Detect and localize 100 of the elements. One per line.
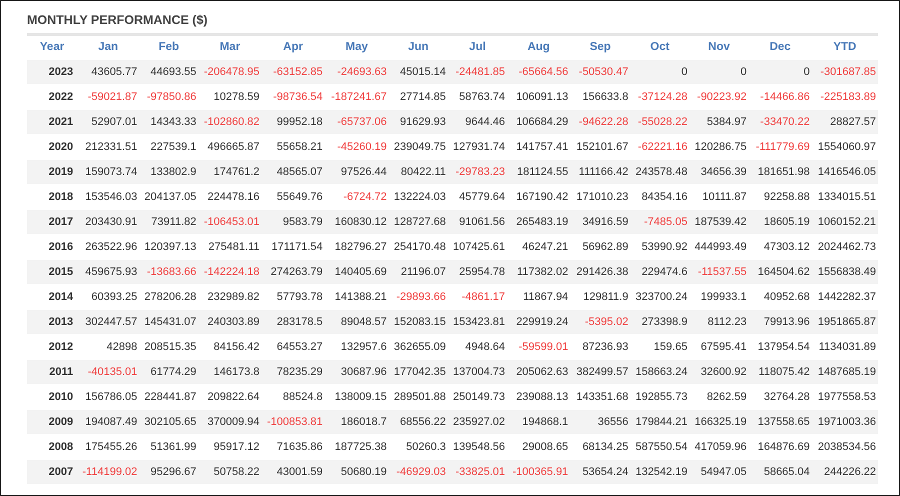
year-cell: 2023 bbox=[27, 59, 78, 84]
table-cell: -45260.19 bbox=[324, 134, 389, 159]
table-cell: 42898 bbox=[77, 334, 140, 359]
table-cell: -13683.66 bbox=[139, 259, 198, 284]
table-cell: 120397.13 bbox=[139, 234, 198, 259]
year-cell: 2012 bbox=[27, 334, 78, 359]
table-cell: -55028.22 bbox=[630, 109, 690, 134]
table-cell: 132542.19 bbox=[630, 459, 690, 484]
table-cell: 68556.22 bbox=[388, 409, 448, 434]
table-cell: 145431.07 bbox=[139, 309, 198, 334]
table-cell: 146173.8 bbox=[198, 359, 262, 384]
year-cell: 2008 bbox=[27, 434, 78, 459]
table-cell: 1556838.49 bbox=[812, 259, 878, 284]
table-cell: -59021.87 bbox=[77, 84, 140, 109]
table-cell: -111779.69 bbox=[748, 134, 812, 159]
table-cell: 30687.96 bbox=[324, 359, 389, 384]
table-cell: 459675.93 bbox=[77, 259, 140, 284]
table-cell: 67595.41 bbox=[689, 334, 749, 359]
table-cell: 4948.64 bbox=[448, 334, 508, 359]
table-cell: 71635.86 bbox=[262, 434, 325, 459]
column-header: Dec bbox=[768, 40, 792, 56]
table-cell: 224478.16 bbox=[198, 184, 262, 209]
table-cell: 2024462.73 bbox=[812, 234, 878, 259]
table-cell: 181651.98 bbox=[748, 159, 812, 184]
table-cell: 55649.76 bbox=[262, 184, 325, 209]
table-cell: -33825.01 bbox=[448, 459, 508, 484]
table-cell: 2038534.56 bbox=[812, 434, 878, 459]
table-cell: 291426.38 bbox=[570, 259, 630, 284]
table-cell: 153546.03 bbox=[77, 184, 140, 209]
column-header: Nov bbox=[707, 40, 731, 56]
year-cell: 2015 bbox=[27, 259, 78, 284]
table-cell: 283178.5 bbox=[262, 309, 325, 334]
table-cell: -37124.28 bbox=[630, 84, 690, 109]
table-cell: 128727.68 bbox=[388, 209, 448, 234]
table-cell: -7485.05 bbox=[630, 209, 690, 234]
table-cell: -187241.67 bbox=[324, 84, 389, 109]
table-cell: 204137.05 bbox=[139, 184, 198, 209]
table-cell: 106091.13 bbox=[507, 84, 570, 109]
table-cell: -100853.81 bbox=[262, 409, 325, 434]
table-cell: 192855.73 bbox=[630, 384, 690, 409]
table-cell: 1951865.87 bbox=[812, 309, 878, 334]
table-cell: 302447.57 bbox=[77, 309, 140, 334]
table-cell: 1442282.37 bbox=[812, 284, 878, 309]
table-cell: 181124.55 bbox=[507, 159, 570, 184]
table-cell: 232989.82 bbox=[198, 284, 262, 309]
table-cell: 229474.6 bbox=[630, 259, 690, 284]
column-header: Feb bbox=[158, 40, 180, 56]
column-header: Oct bbox=[649, 40, 670, 56]
table-cell: 32764.28 bbox=[748, 384, 812, 409]
table-cell: 95917.12 bbox=[198, 434, 262, 459]
table-cell: 175455.26 bbox=[77, 434, 140, 459]
table-cell: 1416546.05 bbox=[812, 159, 878, 184]
table-cell: 64553.27 bbox=[262, 334, 325, 359]
table-cell: -62221.16 bbox=[630, 134, 690, 159]
table-cell: 152083.15 bbox=[388, 309, 448, 334]
table-cell: 78235.29 bbox=[262, 359, 325, 384]
table-cell: -4861.17 bbox=[448, 284, 508, 309]
table-cell: 0 bbox=[630, 59, 690, 84]
table-cell: 153423.81 bbox=[448, 309, 508, 334]
table-cell: 68134.25 bbox=[570, 434, 630, 459]
table-cell: 199933.1 bbox=[689, 284, 749, 309]
table-cell: 10111.87 bbox=[689, 184, 749, 209]
table-cell: 92258.88 bbox=[748, 184, 812, 209]
table-cell: 228441.87 bbox=[139, 384, 198, 409]
table-cell: -33470.22 bbox=[748, 109, 812, 134]
table-cell: 44693.55 bbox=[139, 59, 198, 84]
table-cell: -114199.02 bbox=[77, 459, 140, 484]
table-cell: 243578.48 bbox=[630, 159, 690, 184]
table-cell: 117382.02 bbox=[507, 259, 570, 284]
table-cell: 45015.14 bbox=[388, 59, 448, 84]
table-cell: -11537.55 bbox=[689, 259, 749, 284]
table-cell: -142224.18 bbox=[198, 259, 262, 284]
table-cell: -206478.95 bbox=[198, 59, 262, 84]
table-cell: 240303.89 bbox=[198, 309, 262, 334]
table-cell: 239088.13 bbox=[507, 384, 570, 409]
table-cell: 137558.65 bbox=[748, 409, 812, 434]
year-cell: 2010 bbox=[27, 384, 78, 409]
table-cell: -65737.06 bbox=[324, 109, 389, 134]
table-cell: 60393.25 bbox=[77, 284, 140, 309]
table-cell: 1971003.36 bbox=[812, 409, 878, 434]
table-cell: 132224.03 bbox=[388, 184, 448, 209]
table-cell: 28827.57 bbox=[812, 109, 878, 134]
year-cell: 2014 bbox=[27, 284, 78, 309]
table-cell: 417059.96 bbox=[689, 434, 749, 459]
table-cell: 362655.09 bbox=[388, 334, 448, 359]
table-cell: 57793.78 bbox=[262, 284, 325, 309]
table-cell: 118075.42 bbox=[748, 359, 812, 384]
year-cell: 2020 bbox=[27, 134, 78, 159]
table-cell: -106453.01 bbox=[198, 209, 262, 234]
table-cell: 91061.56 bbox=[448, 209, 508, 234]
table-cell: 34916.59 bbox=[570, 209, 630, 234]
table-cell: 91629.93 bbox=[388, 109, 448, 134]
table-cell: 182796.27 bbox=[324, 234, 389, 259]
table-cell: 156786.05 bbox=[77, 384, 140, 409]
table-cell: 171010.23 bbox=[570, 184, 630, 209]
column-header: Sep bbox=[588, 40, 612, 56]
table-cell: 166325.19 bbox=[689, 409, 749, 434]
table-cell: 32600.92 bbox=[689, 359, 749, 384]
year-cell: 2022 bbox=[27, 84, 78, 109]
table-cell: -50530.47 bbox=[570, 59, 630, 84]
